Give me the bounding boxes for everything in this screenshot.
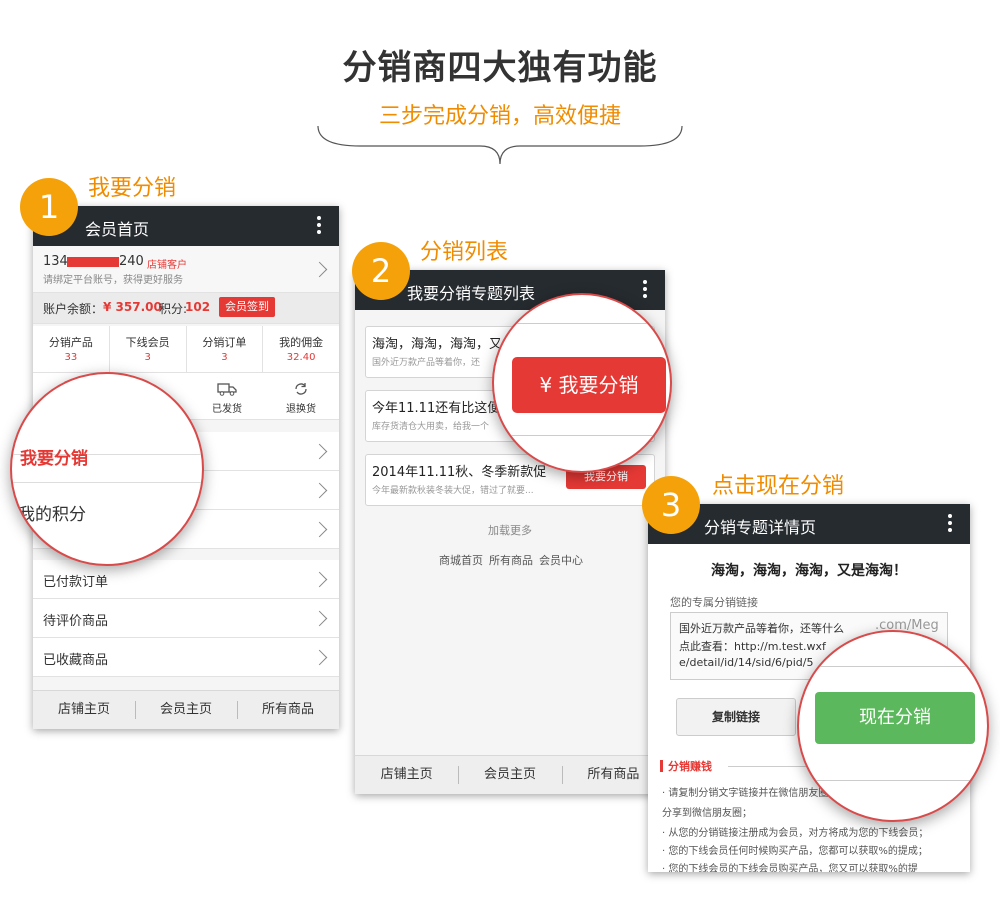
app-bar: 会员首页 [33,206,339,246]
earn-line-5: · 您的下线会员的下线会员购买产品，您又可以获取%的提 [662,864,918,872]
nav-shop-home[interactable]: 店铺主页 [355,756,458,794]
menu-distribute-label[interactable]: 我要分销 [20,444,88,469]
magnifier-menu: 我要分销 我的积分 [10,372,204,566]
more-menu-icon[interactable] [317,216,321,237]
section-marker [660,760,663,772]
menu-row-review[interactable]: 待评价商品 [33,599,339,638]
screen-title: 会员首页 [85,220,150,239]
phone-start: 134 [43,254,68,269]
distribute-button-large[interactable]: ¥ 我要分销 [512,357,666,413]
bottom-nav: 店铺主页 会员主页 所有商品 [355,755,665,794]
footer-link-member[interactable]: 会员中心 [539,552,583,568]
step-3-label: 点击现在分销 [712,474,845,499]
magnifier-distribute-now: 现在分销 [797,630,989,822]
menu-row-paid[interactable]: 已付款订单 [33,560,339,599]
truck-icon [217,383,237,396]
load-more[interactable]: 加载更多 [355,522,665,538]
step-2-badge: 2 [352,242,410,300]
balance-value: ¥ 357.00 [103,300,162,314]
earn-line-2: 分享到微信朋友圈； [662,808,752,819]
stat-products[interactable]: 分销产品 33 [33,326,110,372]
earn-line-3: · 从您的分销链接注册成为会员，对方将成为您的下线会员； [662,828,929,839]
more-menu-icon[interactable] [643,280,647,301]
step-2-label: 分销列表 [420,240,509,265]
chevron-right-icon [311,443,328,460]
signin-button[interactable]: 会员签到 [219,297,275,317]
earn-title: 分销赚钱 [668,760,712,773]
balance-label: 账户余额： [43,302,104,316]
refresh-icon [295,383,307,395]
chevron-right-icon [311,521,328,538]
screen-title: 我要分销专题列表 [407,284,536,303]
step-1-label: 我要分销 [88,176,177,201]
chevron-right-icon [311,649,328,666]
stat-orders[interactable]: 分销订单 3 [187,326,264,372]
customer-tag: 店铺客户 [147,260,187,271]
bottom-nav: 店铺主页 会员主页 所有商品 [33,690,339,729]
nav-all-products[interactable]: 所有商品 [237,691,339,729]
points-label: 积分: [159,302,188,316]
footer-link-mall[interactable]: 商城首页 [439,552,483,568]
chevron-right-icon [311,482,328,499]
returns-button[interactable]: 退换货 [281,381,321,415]
earn-line-1: · 请复制分销文字链接并在微信朋友圈 [662,788,829,799]
redacted-phone [67,257,119,267]
distribute-now-button[interactable]: 现在分销 [815,692,975,744]
menu-row-favorites[interactable]: 已收藏商品 [33,638,339,677]
footer-link-products[interactable]: 所有商品 [489,552,533,568]
magnifier-distribute-button: ¥ 我要分销 [492,293,672,473]
phone-end: 240 [119,254,144,269]
chevron-right-icon [311,261,328,278]
step-1-badge: 1 [20,178,78,236]
points-value: 102 [185,300,211,314]
shipped-button[interactable]: 已发货 [207,381,247,415]
nav-member-home[interactable]: 会员主页 [135,691,237,729]
stats-row: 分销产品 33 下线会员 3 分销订单 3 我的佣金 32.40 [33,326,339,373]
stat-commission[interactable]: 我的佣金 32.40 [263,326,339,372]
screen-title: 分销专题详情页 [704,518,817,537]
copy-link-button[interactable]: 复制链接 [676,698,796,736]
step-3-badge: 3 [642,476,700,534]
topic-heading: 海淘，海淘，海淘，又是海淘！ [711,563,907,579]
chevron-right-icon [311,571,328,588]
stat-members[interactable]: 下线会员 3 [110,326,187,372]
nav-member-home[interactable]: 会员主页 [458,756,561,794]
nav-shop-home[interactable]: 店铺主页 [33,691,135,729]
link-label: 您的专属分销链接 [670,596,758,609]
account-row[interactable]: 134 240 店铺客户 请绑定平台账号，获得更好服务 [33,246,339,293]
more-menu-icon[interactable] [948,514,952,535]
bind-hint: 请绑定平台账号，获得更好服务 [43,275,183,286]
brace-decoration [317,125,683,165]
earn-line-4: · 您的下线会员任何时候购买产品，您都可以获取%的提成； [662,846,928,857]
menu-points-label[interactable]: 我的积分 [18,500,86,525]
page-title: 分销商四大独有功能 [342,48,658,88]
balance-row: 账户余额： ¥ 357.00 积分: 102 会员签到 [33,293,339,324]
chevron-right-icon [311,610,328,627]
